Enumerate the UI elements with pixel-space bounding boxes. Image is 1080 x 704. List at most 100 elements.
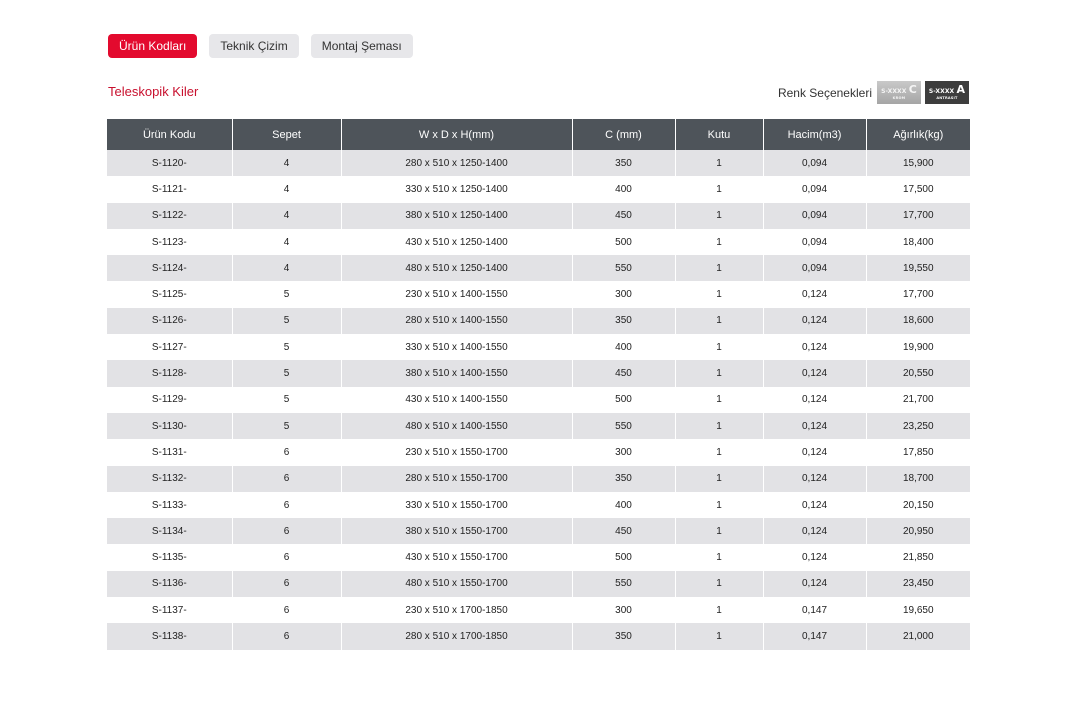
cell-dimensions: 480 x 510 x 1550-1700 (340, 570, 572, 598)
cell-sepet: 4 (231, 150, 341, 177)
cell-dimensions: 480 x 510 x 1250-1400 (340, 255, 572, 282)
table-row: S-1136- 6 480 x 510 x 1550-1700 550 1 0,124 23… (107, 570, 970, 598)
table-row: S-1137- 6 230 x 510 x 1700-1850 300 1 0,147 19… (107, 597, 970, 624)
cell-dimensions: 330 x 510 x 1550-1700 (340, 491, 572, 519)
cell-kutu: 1 (674, 491, 763, 519)
cell-dimensions: 280 x 510 x 1700-1850 (340, 623, 572, 650)
cell-kutu: 1 (674, 334, 763, 361)
cell-sepet: 5 (231, 412, 341, 440)
cell-urun-kodu: S-1126- (107, 307, 232, 335)
cell-sepet: 6 (231, 439, 341, 466)
cell-agirlik: 20,950 (865, 518, 970, 545)
cell-urun-kodu: S-1135- (107, 544, 232, 571)
table-row: S-1138- 6 280 x 510 x 1700-1850 350 1 0,147 21… (107, 623, 970, 650)
table-row: S-1134- 6 380 x 510 x 1550-1700 450 1 0,124 20… (107, 518, 970, 545)
cell-c-mm: 300 (571, 281, 675, 308)
cell-sepet: 4 (231, 176, 341, 203)
cell-sepet: 6 (231, 570, 341, 598)
cell-urun-kodu: S-1132- (107, 465, 232, 492)
cell-urun-kodu: S-1134- (107, 518, 232, 545)
cell-hacim: 0,147 (762, 623, 866, 650)
table-row: S-1135- 6 430 x 510 x 1550-1700 500 1 0,124 21… (107, 544, 970, 571)
swatch-code: S-XXXX C (881, 83, 917, 97)
cell-agirlik: 19,900 (865, 334, 970, 361)
tab-urun-kodlari[interactable]: Ürün Kodları (108, 34, 198, 58)
cell-urun-kodu: S-1136- (107, 570, 232, 598)
tab-teknik-cizim[interactable]: Teknik Çizim (209, 34, 299, 58)
color-options: Renk Seçenekleri S-XXXX C KROM S-XXXX A … (778, 81, 969, 104)
cell-urun-kodu: S-1131- (107, 439, 232, 466)
swatch-code: S-XXXX A (928, 83, 966, 97)
cell-kutu: 1 (674, 465, 763, 492)
cell-c-mm: 450 (571, 202, 675, 229)
cell-hacim: 0,094 (762, 176, 866, 203)
cell-urun-kodu: S-1128- (107, 360, 232, 387)
tab-montaj-semasi[interactable]: Montaj Şeması (310, 34, 413, 58)
cell-dimensions: 230 x 510 x 1400-1550 (340, 281, 572, 308)
color-swatch-krom[interactable]: S-XXXX C KROM (877, 81, 921, 104)
cell-hacim: 0,124 (762, 281, 866, 308)
cell-dimensions: 230 x 510 x 1550-1700 (340, 439, 572, 466)
cell-agirlik: 21,700 (865, 386, 970, 413)
cell-dimensions: 330 x 510 x 1250-1400 (340, 176, 572, 203)
cell-kutu: 1 (674, 544, 763, 571)
cell-sepet: 6 (231, 623, 341, 650)
cell-c-mm: 550 (571, 570, 675, 598)
cell-agirlik: 17,700 (865, 281, 970, 308)
cell-hacim: 0,124 (762, 334, 866, 361)
cell-kutu: 1 (674, 518, 763, 545)
cell-sepet: 5 (231, 281, 341, 308)
cell-hacim: 0,094 (762, 150, 866, 177)
cell-urun-kodu: S-1121- (107, 176, 232, 203)
color-swatch-antrasit[interactable]: S-XXXX A ANTRASIT (925, 81, 969, 104)
table-row: S-1123- 4 430 x 510 x 1250-1400 500 1 0,094 18… (107, 228, 970, 256)
cell-sepet: 6 (231, 491, 341, 519)
cell-c-mm: 300 (571, 439, 675, 466)
header-c-mm: C (mm) (571, 119, 675, 150)
cell-c-mm: 350 (571, 465, 675, 492)
table-body: S-1120- 4 280 x 510 x 1250-1400 350 1 0,094 15… (107, 150, 970, 650)
table-row: S-1120- 4 280 x 510 x 1250-1400 350 1 0,094 15… (107, 150, 970, 177)
cell-kutu: 1 (674, 150, 763, 177)
cell-dimensions: 430 x 510 x 1250-1400 (340, 228, 572, 256)
cell-sepet: 4 (231, 228, 341, 256)
table-row: S-1129- 5 430 x 510 x 1400-1550 500 1 0,124 21… (107, 386, 970, 413)
cell-urun-kodu: S-1124- (107, 255, 232, 282)
cell-agirlik: 20,550 (865, 360, 970, 387)
cell-hacim: 0,124 (762, 386, 866, 413)
cell-kutu: 1 (674, 360, 763, 387)
tab-bar: Ürün Kodları Teknik Çizim Montaj Şeması (108, 34, 413, 58)
cell-sepet: 5 (231, 307, 341, 335)
table-header-row: Ürün Kodu Sepet W x D x H(mm) C (mm) Kut… (107, 119, 970, 150)
cell-urun-kodu: S-1122- (107, 202, 232, 229)
cell-hacim: 0,124 (762, 412, 866, 440)
cell-dimensions: 330 x 510 x 1400-1550 (340, 334, 572, 361)
cell-sepet: 4 (231, 255, 341, 282)
cell-agirlik: 19,650 (865, 597, 970, 624)
table-row: S-1124- 4 480 x 510 x 1250-1400 550 1 0,094 19… (107, 255, 970, 282)
cell-agirlik: 21,000 (865, 623, 970, 650)
cell-hacim: 0,147 (762, 597, 866, 624)
swatch-name: KROM (892, 96, 906, 101)
cell-c-mm: 500 (571, 544, 675, 571)
cell-hacim: 0,124 (762, 570, 866, 598)
cell-agirlik: 20,150 (865, 491, 970, 519)
cell-kutu: 1 (674, 281, 763, 308)
cell-dimensions: 380 x 510 x 1550-1700 (340, 518, 572, 545)
cell-urun-kodu: S-1129- (107, 386, 232, 413)
cell-urun-kodu: S-1127- (107, 334, 232, 361)
table-row: S-1128- 5 380 x 510 x 1400-1550 450 1 0,124 20… (107, 360, 970, 387)
table-row: S-1127- 5 330 x 510 x 1400-1550 400 1 0,124 19… (107, 334, 970, 361)
table-row: S-1125- 5 230 x 510 x 1400-1550 300 1 0,124 17… (107, 281, 970, 308)
cell-agirlik: 23,450 (865, 570, 970, 598)
cell-hacim: 0,124 (762, 439, 866, 466)
cell-urun-kodu: S-1120- (107, 150, 232, 177)
cell-c-mm: 550 (571, 412, 675, 440)
cell-dimensions: 380 x 510 x 1400-1550 (340, 360, 572, 387)
cell-agirlik: 18,700 (865, 465, 970, 492)
cell-kutu: 1 (674, 439, 763, 466)
cell-kutu: 1 (674, 202, 763, 229)
cell-sepet: 6 (231, 544, 341, 571)
cell-hacim: 0,124 (762, 518, 866, 545)
cell-agirlik: 23,250 (865, 412, 970, 440)
